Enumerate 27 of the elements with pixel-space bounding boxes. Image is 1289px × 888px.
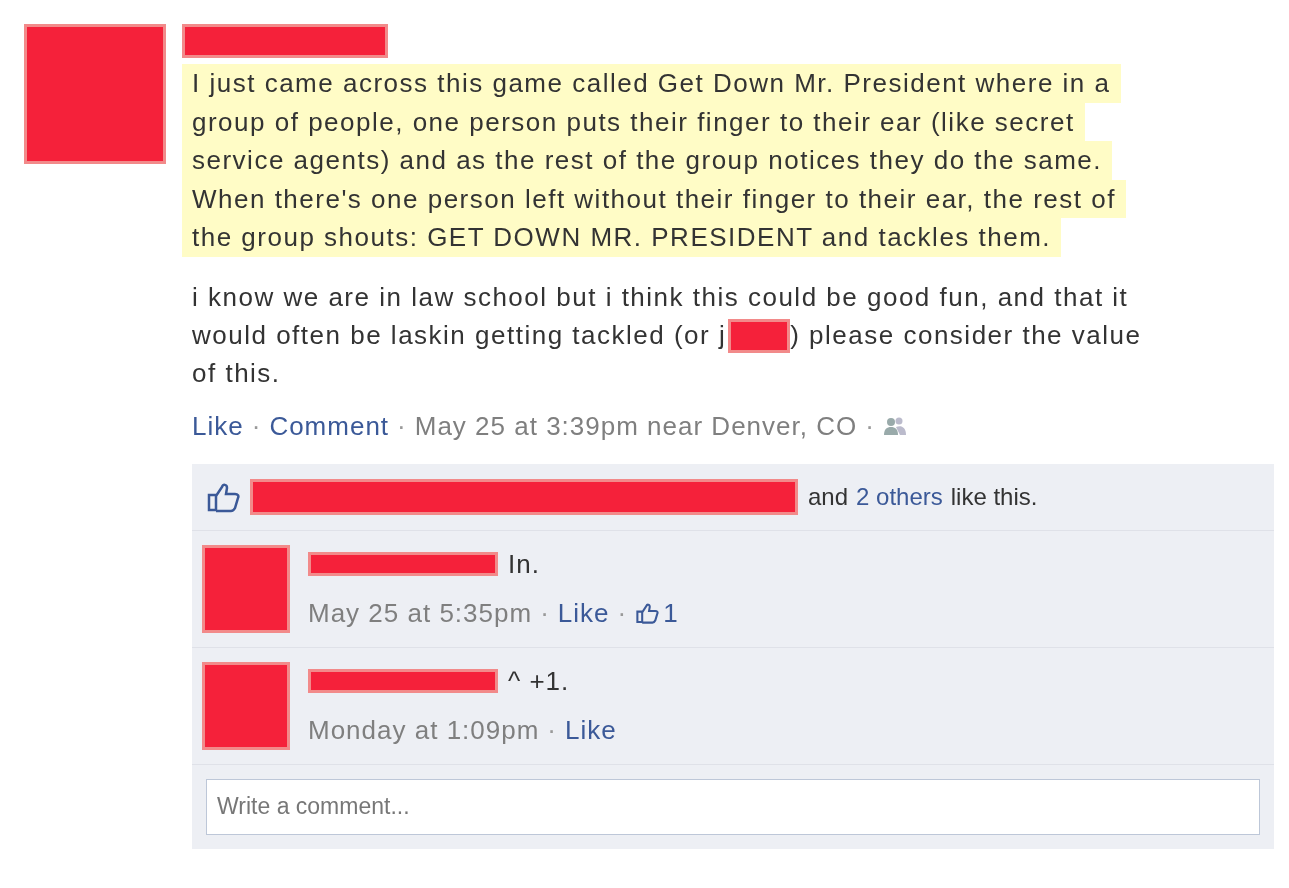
others-link[interactable]: 2 others [856,478,943,515]
like-count[interactable]: 1 [635,593,679,633]
separator-dot: · [251,409,262,443]
like-link[interactable]: Like [557,593,610,633]
comment-text: ^ +1. [508,664,570,698]
likes-text: like this. [950,481,1038,512]
separator-dot: · [540,596,550,630]
post-text-line: i know we are in law school but i think this could be good fun, and that it [192,281,1129,314]
separator-dot: · [547,713,558,747]
timestamp: Monday at 1:09pm [308,713,540,747]
comment-text: In. [508,547,540,581]
timestamp: May 25 at 5:35pm [308,596,533,630]
thumbs-up-icon [635,602,660,624]
like-link[interactable]: Like [192,406,244,446]
separator-dot: · [617,596,628,630]
post-text-line: ) please consider the value [790,319,1142,352]
like-link[interactable]: Like [565,710,617,750]
people-icon[interactable] [882,416,907,436]
post-text-line: would often be laskin getting tackled (or j [192,319,727,352]
comment-input-field[interactable]: Write a comment... [206,778,1260,835]
like-link[interactable]: Comment [269,406,390,446]
separator-dot: · [397,409,407,443]
timestamp: May 25 at 3:39pm near Denver, CO [414,409,858,443]
likes-text: and [808,481,849,512]
separator-dot: · [865,409,875,443]
redaction-block [728,318,791,353]
post-text-line: of this. [192,357,281,390]
